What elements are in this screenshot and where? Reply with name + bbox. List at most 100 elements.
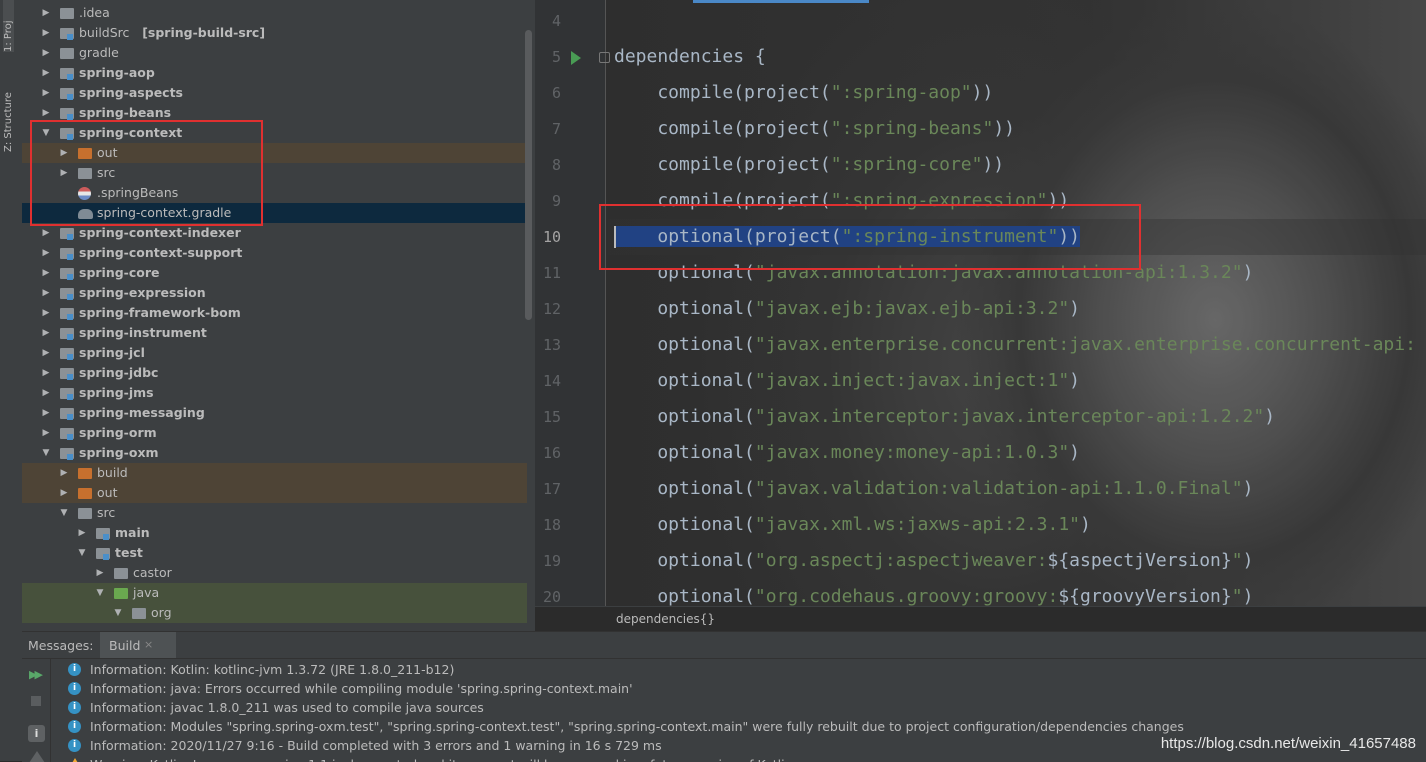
stop-icon[interactable] [31,696,41,706]
tree-item[interactable]: ▶ .idea [22,3,527,23]
expand-right-icon[interactable]: ▶ [40,3,52,23]
expand-right-icon[interactable]: ▶ [40,403,52,423]
tree-item[interactable]: ▶ spring-framework-bom [22,303,527,323]
expand-down-icon[interactable]: ▼ [58,503,70,523]
expand-right-icon[interactable]: ▶ [58,163,70,183]
tree-item[interactable]: ▶ spring-jcl [22,343,527,363]
code-line[interactable]: optional("org.aspectj:aspectjweaver:${as… [614,550,1253,571]
tree-scrollbar[interactable] [525,30,532,320]
tree-item[interactable]: ▶ spring-aop [22,63,527,83]
folder-icon [96,548,110,560]
rerun-icon[interactable]: ▶▶ [29,668,43,681]
tree-item[interactable]: ▶ spring-jdbc [22,363,527,383]
tree-item[interactable]: ▼ java [22,583,527,603]
expand-right-icon[interactable]: ▶ [40,83,52,103]
code-editor[interactable]: 4 5 dependencies {6 compile(project(":spri… [535,0,1426,631]
expand-right-icon[interactable]: ▶ [40,363,52,383]
expand-down-icon[interactable]: ▼ [112,603,124,623]
expand-right-icon[interactable]: ▶ [40,423,52,443]
code-line[interactable]: optional("javax.ejb:javax.ejb-api:3.2") [614,298,1080,319]
code-line[interactable]: optional("javax.xml.ws:jaxws-api:2.3.1") [614,514,1091,535]
structure-tool-tab[interactable]: Z: Structure [3,72,14,152]
expand-right-icon[interactable]: ▶ [76,523,88,543]
code-line[interactable]: dependencies { [614,46,766,67]
expand-down-icon[interactable]: ▼ [94,583,106,603]
info-filter-icon[interactable]: i [28,725,45,742]
tree-item[interactable]: ▶ spring-jms [22,383,527,403]
watermark: https://blog.csdn.net/weixin_41657488 [1160,735,1416,752]
expand-right-icon[interactable]: ▶ [40,63,52,83]
expand-right-icon[interactable]: ▶ [40,383,52,403]
info-icon: i [68,682,81,695]
tree-item[interactable]: ▶ main [22,523,527,543]
tree-item[interactable]: ▶ spring-context-indexer [22,223,527,243]
tree-item[interactable]: ▶ castor [22,563,527,583]
tree-item[interactable]: ▶ gradle [22,43,527,63]
code-line[interactable]: optional("org.codehaus.groovy:groovy:${g… [614,586,1253,607]
code-token: optional( [614,262,755,283]
tree-item[interactable]: ▼ org [22,603,527,623]
tree-item[interactable]: ▶ spring-messaging [22,403,527,423]
code-line[interactable]: compile(project(":spring-beans")) [614,118,1015,139]
code-token: ) [1264,406,1276,427]
expand-down-icon[interactable]: ▼ [40,123,52,143]
tree-item-label: spring-core [79,265,160,280]
tree-item[interactable]: spring-context.gradle [22,203,527,223]
code-line[interactable]: compile(project(":spring-aop")) [614,82,993,103]
expand-right-icon[interactable]: ▶ [40,43,52,63]
folder-icon [60,328,74,340]
expand-down-icon[interactable]: ▼ [40,443,52,463]
expand-down-icon[interactable]: ▼ [76,543,88,563]
code-token: ":spring-aop" [830,82,972,103]
run-icon[interactable] [571,51,581,65]
tree-item[interactable]: .springBeans [22,183,527,203]
tree-item[interactable]: ▶ out [22,143,527,163]
expand-right-icon[interactable]: ▶ [40,243,52,263]
tree-item[interactable]: ▶ out [22,483,527,503]
expand-right-icon[interactable]: ▶ [40,263,52,283]
project-tool-tab[interactable]: 1: Proj [3,0,14,52]
tree-item[interactable]: ▶ build [22,463,527,483]
line-number: 13 [542,336,561,354]
code-line[interactable]: compile(project(":spring-core")) [614,154,1004,175]
code-line[interactable]: optional(project(":spring-instrument")) [614,226,1081,247]
tab-build[interactable]: Build × [100,632,176,658]
expand-right-icon[interactable]: ▶ [40,103,52,123]
folder-icon [60,368,74,380]
code-line[interactable]: optional("javax.money:money-api:1.0.3") [614,442,1080,463]
expand-right-icon[interactable]: ▶ [40,283,52,303]
fold-icon[interactable] [599,52,610,63]
tree-item[interactable]: ▶ spring-context-support [22,243,527,263]
tree-item[interactable]: ▶ spring-core [22,263,527,283]
code-line[interactable]: optional("javax.annotation:javax.annotat… [614,262,1253,283]
code-line[interactable]: optional("javax.inject:javax.inject:1") [614,370,1080,391]
tree-item[interactable]: ▶ src [22,163,527,183]
breadcrumb[interactable]: dependencies{} [616,612,715,626]
expand-right-icon[interactable]: ▶ [58,143,70,163]
code-line[interactable]: optional("javax.enterprise.concurrent:ja… [614,334,1416,355]
code-line[interactable]: compile(project(":spring-expression")) [614,190,1069,211]
tree-item[interactable]: ▼ spring-oxm [22,443,527,463]
expand-right-icon[interactable]: ▶ [40,343,52,363]
tree-item[interactable]: ▼ test [22,543,527,563]
expand-right-icon[interactable]: ▶ [40,323,52,343]
tree-item[interactable]: ▶ spring-orm [22,423,527,443]
expand-right-icon[interactable]: ▶ [58,463,70,483]
tree-item[interactable]: ▶ spring-expression [22,283,527,303]
tree-item[interactable]: ▶ spring-beans [22,103,527,123]
tree-item[interactable]: ▶ spring-instrument [22,323,527,343]
expand-right-icon[interactable]: ▶ [40,223,52,243]
tree-item[interactable]: ▶ spring-aspects [22,83,527,103]
expand-right-icon[interactable]: ▶ [40,303,52,323]
tree-item[interactable]: ▼ src [22,503,527,523]
tree-item[interactable]: ▼ spring-context [22,123,527,143]
expand-right-icon[interactable]: ▶ [40,23,52,43]
tree-item[interactable]: ▶ buildSrc [spring-build-src] [22,23,527,43]
folder-icon [96,528,110,540]
code-line[interactable]: optional("javax.interceptor:javax.interc… [614,406,1275,427]
code-line[interactable]: optional("javax.validation:validation-ap… [614,478,1253,499]
close-icon[interactable]: × [144,638,153,651]
expand-right-icon[interactable]: ▶ [58,483,70,503]
expand-right-icon[interactable]: ▶ [94,563,106,583]
warning-filter-icon[interactable] [29,751,45,762]
